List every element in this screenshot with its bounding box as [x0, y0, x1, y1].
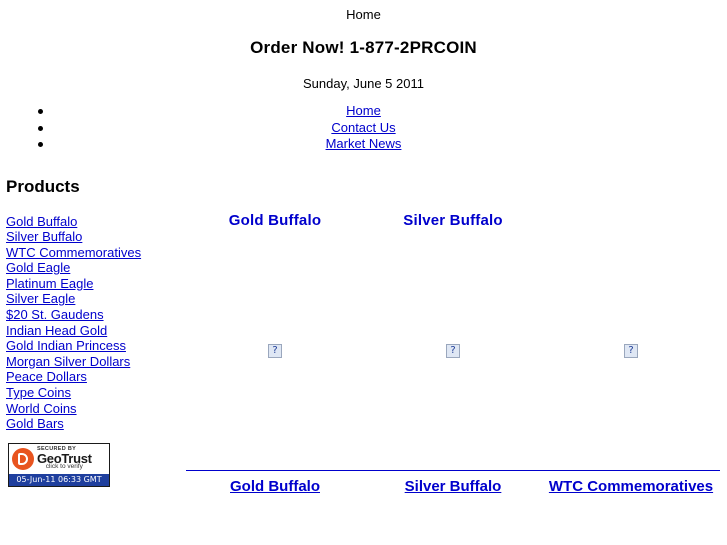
- products-heading: Products: [6, 176, 80, 196]
- broken-image-icon-gold-buffalo[interactable]: ?: [268, 344, 282, 358]
- geotrust-timestamp: 05-Jun-11 06:33 GMT: [9, 473, 109, 486]
- showcase-column-silver-buffalo: Silver Buffalo ? Silver Buffalo: [364, 212, 542, 495]
- geotrust-seal-body: SECURED BY GeoTrust click to verify: [9, 444, 109, 474]
- nav-link-home[interactable]: Home: [346, 103, 381, 118]
- broken-image-icon-silver-buffalo[interactable]: ?: [446, 344, 460, 358]
- order-now-heading: Order Now! 1-877-2PRCOIN: [250, 38, 477, 57]
- top-home-link-container: Home: [0, 0, 727, 22]
- top-home-label[interactable]: Home: [346, 7, 381, 22]
- showcase-caption-link-wtc-commemoratives[interactable]: WTC Commemoratives: [549, 478, 713, 495]
- current-date: Sunday, June 5 2011: [303, 76, 424, 91]
- product-showcase: Gold Buffalo ? Gold Buffalo Silver Buffa…: [186, 212, 720, 532]
- shield-icon: [12, 447, 34, 470]
- geotrust-seal[interactable]: SECURED BY GeoTrust click to verify 05-J…: [8, 442, 110, 487]
- geotrust-seal-text: SECURED BY GeoTrust click to verify: [37, 446, 92, 472]
- showcase-caption-link-gold-buffalo[interactable]: Gold Buffalo: [230, 478, 320, 495]
- showcase-title-gold-buffalo: Gold Buffalo: [228, 212, 322, 229]
- showcase-column-gold-buffalo: Gold Buffalo ? Gold Buffalo: [186, 212, 364, 495]
- nav-link-contact-us[interactable]: Contact Us: [331, 120, 395, 135]
- nav-item-home[interactable]: Home: [0, 103, 727, 120]
- showcase-caption-gold-buffalo: Gold Buffalo: [186, 470, 364, 496]
- nav-link-market-news[interactable]: Market News: [326, 136, 402, 151]
- showcase-caption-wtc-commemoratives: WTC Commemoratives: [542, 470, 720, 496]
- showcase-title-silver-buffalo: Silver Buffalo: [403, 212, 503, 229]
- showcase-caption-link-silver-buffalo[interactable]: Silver Buffalo: [405, 478, 502, 495]
- broken-image-icon-wtc-commemoratives[interactable]: ?: [624, 344, 638, 358]
- showcase-caption-silver-buffalo: Silver Buffalo: [364, 470, 542, 496]
- nav-item-market-news[interactable]: Market News: [0, 136, 727, 153]
- main-nav: Home Contact Us Market News: [0, 103, 727, 153]
- nav-item-contact-us[interactable]: Contact Us: [0, 120, 727, 137]
